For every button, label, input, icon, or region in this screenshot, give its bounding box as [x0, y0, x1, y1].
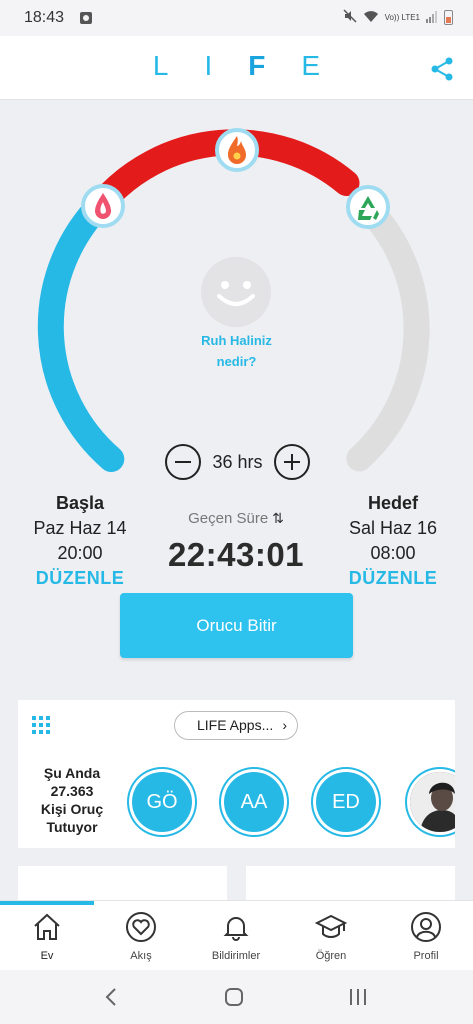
goal-time: 08:00: [370, 543, 416, 563]
start-date: Paz Haz 14: [33, 518, 127, 538]
blood-drop-marker-icon: [81, 184, 125, 228]
content-card-preview[interactable]: [246, 866, 455, 902]
recent-apps-icon[interactable]: [348, 987, 368, 1007]
avatar[interactable]: ED: [316, 772, 376, 832]
back-icon[interactable]: [104, 987, 118, 1007]
nav-learn[interactable]: Öğren: [284, 901, 378, 971]
life-apps-button[interactable]: LIFE Apps... ›: [174, 711, 298, 740]
network-label: Vo)) LTE1: [384, 12, 420, 22]
nav-home[interactable]: Ev: [0, 901, 94, 971]
bottom-navigation: Ev Akış Bildirimler Öğren Profil: [0, 900, 473, 970]
swap-arrows-icon: ⇅: [272, 510, 284, 526]
recycle-marker-icon: [346, 185, 390, 229]
home-icon: [34, 913, 60, 940]
avatar-photo[interactable]: [410, 772, 455, 832]
app-header: LIFE: [0, 36, 473, 100]
edit-goal-button[interactable]: DÜZENLE: [318, 566, 468, 590]
system-navigation-bar: [0, 970, 473, 1024]
battery-icon: [444, 10, 453, 25]
app-logo: LIFE: [152, 50, 357, 81]
status-icons: Vo)) LTE1: [343, 9, 453, 26]
fasting-count-text: Şu Anda 27.363 Kişi Oruç Tutuyor: [40, 765, 104, 835]
bell-icon: [223, 917, 249, 941]
avatar[interactable]: GÖ: [132, 772, 192, 832]
chevron-right-icon: ›: [282, 717, 287, 733]
flame-marker-icon: [215, 128, 259, 172]
start-heading: Başla: [55, 493, 105, 513]
duration-control: 36 hrs: [165, 444, 310, 480]
community-card: LIFE Apps... › Şu Anda 27.363 Kişi Oruç T…: [18, 700, 455, 848]
goal-date: Sal Haz 16: [348, 518, 438, 538]
home-system-icon[interactable]: [224, 987, 244, 1007]
goal-heading: Hedef: [367, 493, 418, 513]
start-column: Başla Paz Haz 14 20:00 DÜZENLE: [5, 490, 155, 590]
elapsed-column: Geçen Süre ⇅ 22:43:01: [150, 507, 322, 574]
elapsed-label-row[interactable]: Geçen Süre ⇅: [150, 507, 322, 530]
elapsed-timer: 22:43:01: [167, 536, 305, 573]
status-bar: 18:43 Vo)) LTE1: [0, 0, 473, 36]
mood-face-icon[interactable]: [200, 256, 272, 328]
nav-feed[interactable]: Akış: [94, 901, 188, 971]
share-icon[interactable]: [429, 56, 455, 82]
person-photo-icon: [410, 772, 455, 832]
goal-column: Hedef Sal Haz 16 08:00 DÜZENLE: [318, 490, 468, 590]
graduation-cap-icon: [315, 914, 347, 938]
nav-notifications[interactable]: Bildirimler: [189, 901, 283, 971]
app-notification-icon: [80, 12, 92, 24]
end-fast-button[interactable]: Orucu Bitir: [120, 593, 353, 658]
increase-duration-button[interactable]: [274, 444, 310, 480]
content-card-preview[interactable]: [18, 866, 227, 902]
mute-icon: [343, 9, 357, 26]
profile-icon: [411, 912, 441, 942]
avatar[interactable]: AA: [224, 772, 284, 832]
heart-circle-icon: [126, 912, 156, 942]
signal-icon: [426, 10, 438, 26]
mood-question[interactable]: Ruh Haliniz nedir?: [0, 330, 473, 372]
apps-grid-icon[interactable]: [32, 716, 50, 734]
wifi-icon: [363, 10, 379, 26]
edit-start-button[interactable]: DÜZENLE: [5, 566, 155, 590]
start-time: 20:00: [57, 543, 103, 563]
duration-label: 36 hrs: [212, 451, 263, 472]
status-time: 18:43: [24, 9, 65, 26]
nav-profile[interactable]: Profil: [379, 901, 473, 971]
decrease-duration-button[interactable]: [165, 444, 201, 480]
